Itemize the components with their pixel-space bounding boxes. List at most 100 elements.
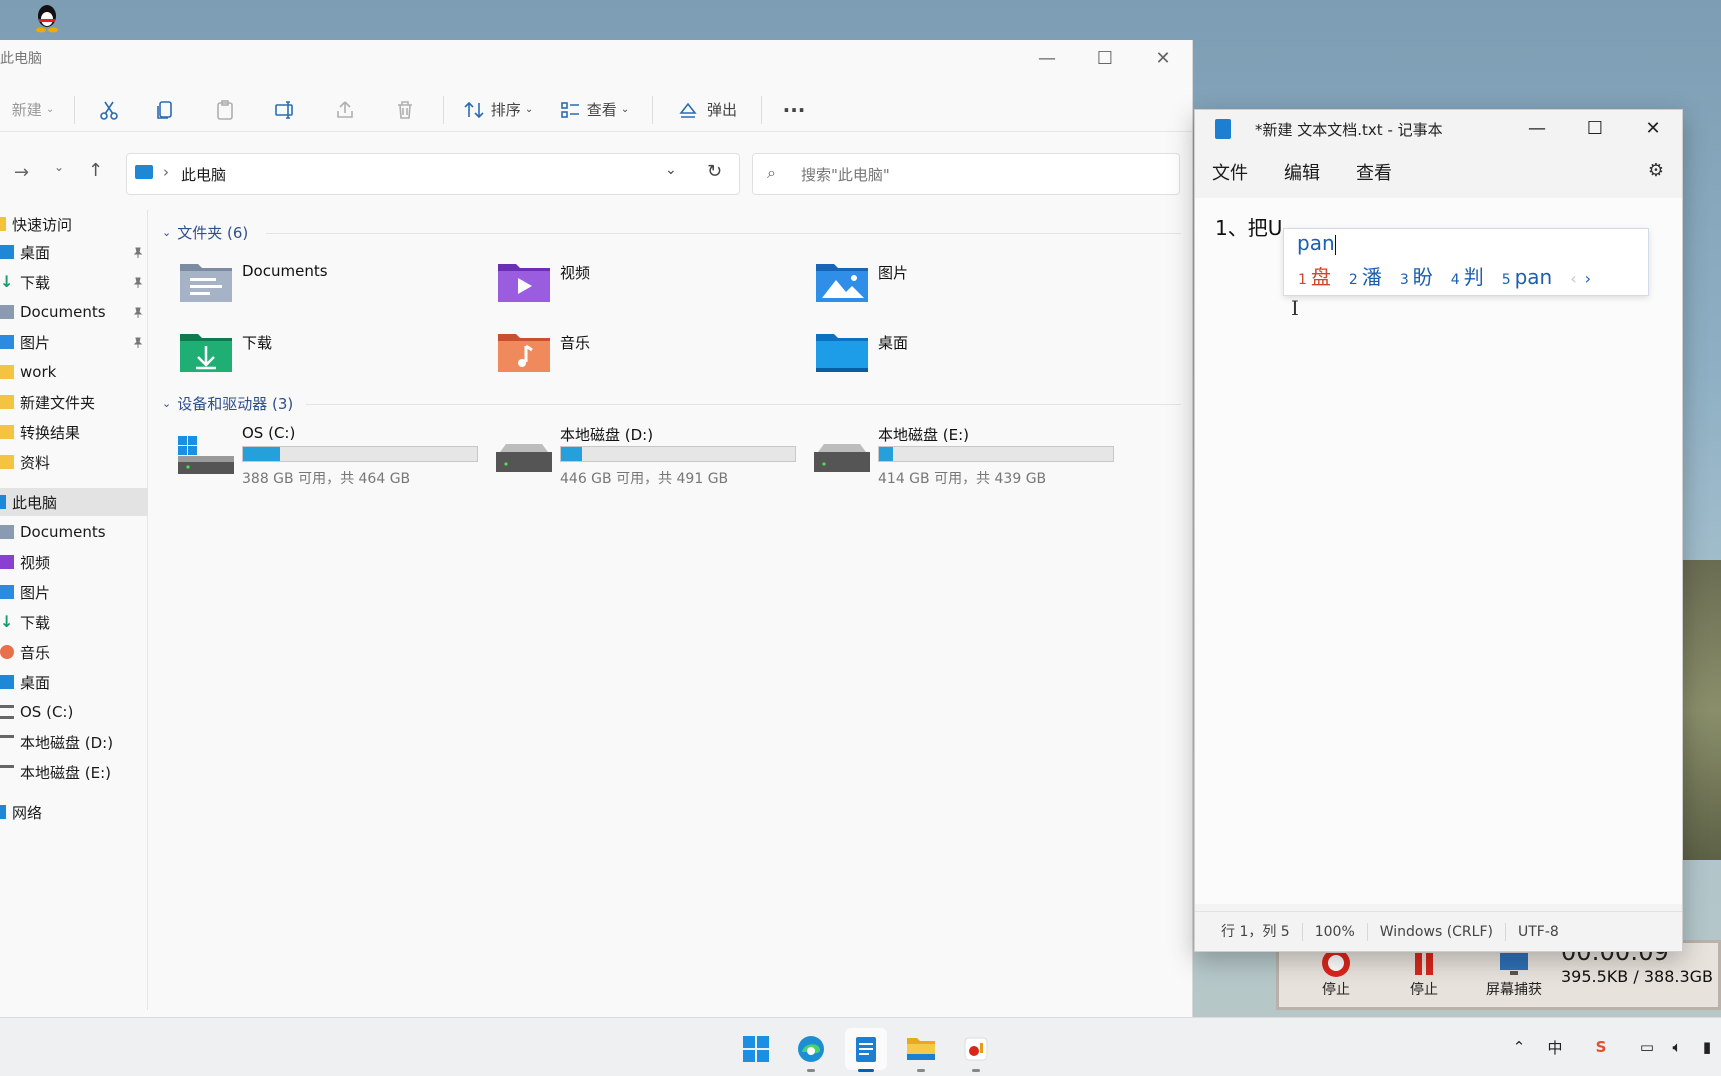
sidebar-item-new-folder[interactable]: 新建文件夹 — [0, 388, 148, 416]
sidebar-item-music[interactable]: 音乐 — [0, 638, 148, 666]
history-chevron-icon[interactable]: ⌄ — [54, 160, 64, 174]
stop-record-button[interactable]: 停止 — [1301, 949, 1371, 999]
running-indicator — [858, 1069, 874, 1072]
sidebar-item-drive-e[interactable]: 本地磁盘 (E:) — [0, 758, 148, 786]
sidebar-item-desktop[interactable]: 桌面 — [0, 238, 148, 266]
drive-e[interactable]: 本地磁盘 (E:) 414 GB 可用，共 439 GB — [814, 424, 1114, 487]
maximize-button[interactable]: ☐ — [1566, 110, 1624, 146]
ime-candidate-2[interactable]: 2潘 — [1349, 261, 1382, 290]
sidebar-item-materials[interactable]: 资料 — [0, 448, 148, 476]
sidebar-item-pc-documents[interactable]: Documents — [0, 518, 148, 546]
taskbar-recorder-app[interactable] — [955, 1028, 997, 1072]
show-hidden-icons-chevron-icon[interactable]: ⌃ — [1508, 1036, 1530, 1058]
menu-view[interactable]: 查看 — [1356, 159, 1392, 185]
delete-button[interactable] — [375, 92, 435, 128]
battery-icon[interactable]: ▮ — [1696, 1036, 1718, 1058]
screen-capture-button[interactable]: 屏幕捕获 — [1474, 953, 1554, 999]
ime-candidate-5[interactable]: 5 pan — [1502, 265, 1553, 289]
rename-button[interactable] — [255, 92, 315, 128]
folder-pictures[interactable]: 图片 — [814, 258, 908, 304]
folder-desktop[interactable]: 桌面 — [814, 328, 908, 374]
ime-candidate-window: pan 1盘 2潘 3盼 4判 5 pan ‹ › — [1283, 228, 1649, 296]
sidebar-network[interactable]: 网络 — [0, 798, 148, 826]
address-dropdown-icon[interactable]: ⌄ — [665, 162, 677, 178]
pictures-icon — [0, 585, 14, 599]
eject-label: 弹出 — [706, 101, 737, 119]
close-button[interactable]: ✕ — [1624, 110, 1682, 146]
stop-button-2[interactable]: 停止 — [1389, 953, 1459, 999]
sogou-ime-icon[interactable]: S — [1590, 1036, 1612, 1058]
taskbar-edge[interactable] — [790, 1028, 832, 1072]
drive-usage-bar — [560, 446, 796, 462]
input-method-icon[interactable]: 中 — [1544, 1036, 1566, 1058]
edge-browser-icon — [798, 1036, 824, 1062]
folder-documents[interactable]: Documents — [178, 258, 328, 304]
more-label: ··· — [782, 97, 806, 122]
sort-button[interactable]: 排序 ⌄ — [452, 92, 544, 128]
up-arrow-icon[interactable]: ↑ — [88, 160, 103, 181]
forward-arrow-icon[interactable]: → — [14, 162, 29, 183]
taskbar-file-explorer[interactable] — [900, 1028, 942, 1072]
ime-candidate-4[interactable]: 4判 — [1451, 261, 1484, 290]
paste-button[interactable] — [195, 92, 255, 128]
sidebar-item-label: 下载 — [20, 273, 51, 292]
menu-edit[interactable]: 编辑 — [1284, 159, 1320, 185]
minimize-button[interactable]: — — [1018, 40, 1076, 76]
drive-icon — [0, 735, 14, 749]
sidebar-item-conversion-results[interactable]: 转换结果 — [0, 418, 148, 446]
maximize-button[interactable]: ☐ — [1076, 40, 1134, 76]
notepad-menu-bar: 文件 编辑 查看 ⚙ — [1195, 150, 1682, 194]
sidebar-item-downloads[interactable]: ↓ 下载 — [0, 268, 148, 296]
taskbar-notepad[interactable] — [845, 1028, 887, 1072]
ime-next-page-icon[interactable]: › — [1585, 269, 1591, 288]
sidebar-item-drive-c[interactable]: OS (C:) — [0, 698, 148, 726]
drives-section-header[interactable]: ⌄ 设备和驱动器 (3) — [162, 393, 293, 414]
share-button[interactable] — [315, 92, 375, 128]
sidebar-item-label: 图片 — [20, 333, 51, 352]
cut-button[interactable] — [83, 92, 135, 128]
ime-candidate-3[interactable]: 3盼 — [1400, 261, 1433, 290]
sidebar-item-work[interactable]: work — [0, 358, 148, 386]
more-options-button[interactable]: ··· — [770, 92, 818, 128]
sidebar-this-pc[interactable]: 此电脑 — [0, 488, 148, 516]
drive-name: 本地磁盘 (D:) — [560, 426, 654, 444]
minimize-button[interactable]: — — [1508, 110, 1566, 146]
close-button[interactable]: ✕ — [1134, 40, 1192, 76]
stop-label-2: 停止 — [1410, 982, 1438, 998]
sidebar-item-videos[interactable]: 视频 — [0, 548, 148, 576]
sidebar-item-documents[interactable]: Documents — [0, 298, 148, 326]
copy-button[interactable] — [135, 92, 195, 128]
folders-section-header[interactable]: ⌄ 文件夹 (6) — [162, 222, 248, 243]
menu-file[interactable]: 文件 — [1212, 159, 1248, 185]
drive-c[interactable]: OS (C:) 388 GB 可用，共 464 GB — [178, 424, 478, 487]
network-icon[interactable]: ▭ — [1636, 1036, 1658, 1058]
notepad-text-area[interactable]: 1、把U pan 1盘 2潘 3盼 4判 5 pan ‹ › I — [1195, 198, 1682, 904]
folder-downloads[interactable]: 下载 — [178, 328, 272, 374]
folder-music[interactable]: 音乐 — [496, 328, 590, 374]
sidebar-item-label: 桌面 — [20, 673, 51, 692]
settings-gear-icon[interactable]: ⚙ — [1648, 160, 1664, 181]
ime-candidate-1[interactable]: 1盘 — [1298, 261, 1331, 290]
sidebar-quick-access[interactable]: 快速访问 — [0, 210, 148, 238]
sidebar-item-pc-pictures[interactable]: 图片 — [0, 578, 148, 606]
address-bar[interactable]: › 此电脑 ⌄ ↻ — [126, 153, 740, 195]
drive-d[interactable]: 本地磁盘 (D:) 446 GB 可用，共 491 GB — [496, 424, 796, 487]
qq-desktop-icon[interactable] — [33, 3, 61, 33]
start-button[interactable] — [735, 1028, 777, 1070]
search-box[interactable]: ⌕ 搜索"此电脑" — [752, 153, 1180, 195]
volume-icon[interactable]: 🔈︎ — [1666, 1036, 1688, 1058]
refresh-icon[interactable]: ↻ — [707, 161, 722, 182]
sidebar-item-pc-downloads[interactable]: ↓ 下载 — [0, 608, 148, 636]
folder-videos[interactable]: 视频 — [496, 258, 590, 304]
star-icon — [0, 217, 6, 231]
new-button[interactable]: 新建 ⌄ — [0, 92, 66, 128]
ime-prev-page-icon[interactable]: ‹ — [1570, 269, 1576, 288]
sidebar-item-pc-desktop[interactable]: 桌面 — [0, 668, 148, 696]
drive-name: 本地磁盘 (E:) — [878, 426, 970, 444]
sidebar-item-drive-d[interactable]: 本地磁盘 (D:) — [0, 728, 148, 756]
sidebar-item-pictures[interactable]: 图片 — [0, 328, 148, 356]
share-icon — [337, 100, 353, 118]
eject-button[interactable]: 弹出 — [661, 92, 753, 128]
view-button[interactable]: 查看 ⌄ — [544, 92, 644, 128]
videos-folder-icon — [498, 264, 550, 302]
